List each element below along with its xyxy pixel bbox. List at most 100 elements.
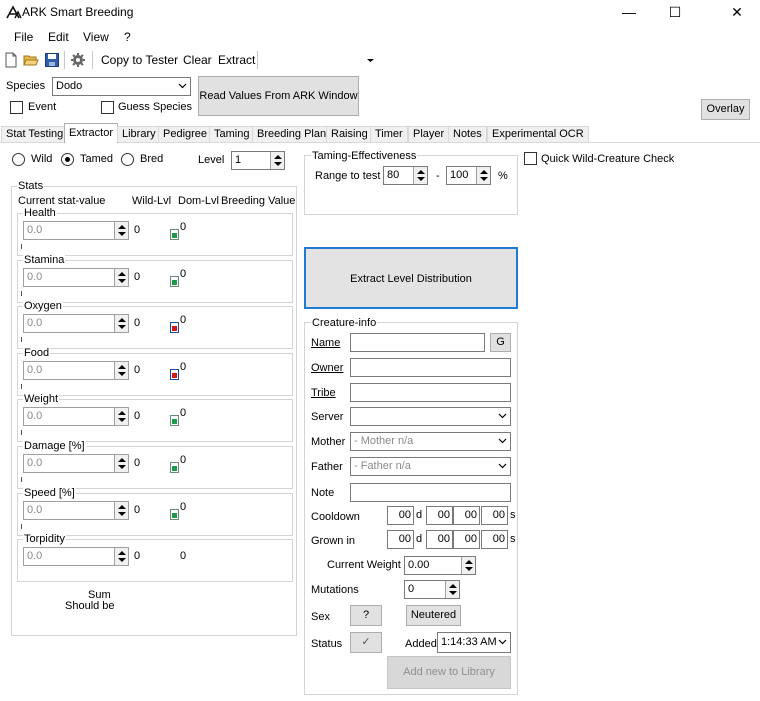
- spin-buttons[interactable]: [114, 502, 128, 519]
- spin-buttons[interactable]: [114, 222, 128, 239]
- clear-button[interactable]: Clear: [183, 53, 212, 67]
- tamed-radio[interactable]: [61, 153, 74, 166]
- dom-level-value: 0: [180, 550, 187, 562]
- cooldown-s-input[interactable]: 00: [481, 506, 508, 525]
- tribe-label[interactable]: Tribe: [311, 387, 336, 399]
- close-button[interactable]: ✕: [714, 0, 760, 26]
- current-weight-input[interactable]: 0.00: [404, 556, 476, 575]
- sex-button[interactable]: ?: [350, 605, 382, 626]
- event-checkbox[interactable]: [10, 101, 23, 114]
- dom-level-lock-icon[interactable]: [170, 322, 179, 333]
- dom-level-lock-icon[interactable]: [170, 229, 179, 240]
- stat-value-input[interactable]: 0.0: [23, 454, 129, 473]
- name-input[interactable]: [350, 333, 485, 352]
- name-label[interactable]: Name: [311, 337, 340, 349]
- spin-buttons[interactable]: [114, 408, 128, 425]
- guess-species-checkbox[interactable]: [101, 101, 114, 114]
- father-select[interactable]: - Father n/a: [350, 457, 511, 476]
- tab-pedigree[interactable]: Pedigree: [158, 126, 213, 142]
- menu-view[interactable]: View: [83, 30, 109, 44]
- spin-buttons[interactable]: [114, 455, 128, 472]
- range-from-input[interactable]: 80: [383, 166, 428, 185]
- spin-buttons[interactable]: [114, 362, 128, 379]
- spin-buttons[interactable]: [114, 315, 128, 332]
- extract-level-distribution-button[interactable]: Extract Level Distribution: [304, 247, 518, 309]
- wild-level-value: 0: [134, 271, 141, 283]
- dom-level-lock-icon[interactable]: [170, 509, 179, 520]
- header-breeding-value: Breeding Value: [221, 195, 296, 207]
- dom-level-lock-icon[interactable]: [170, 415, 179, 426]
- spin-buttons[interactable]: [270, 152, 284, 169]
- add-new-to-library-button[interactable]: Add new to Library: [387, 656, 511, 689]
- open-folder-icon[interactable]: [23, 52, 39, 68]
- spin-buttons[interactable]: [114, 269, 128, 286]
- mother-select[interactable]: - Mother n/a: [350, 432, 511, 451]
- minimize-button[interactable]: —: [606, 0, 652, 26]
- menu-file[interactable]: File: [14, 30, 33, 44]
- spin-buttons[interactable]: [445, 581, 459, 598]
- grown-in-h-input[interactable]: 00: [426, 530, 453, 549]
- dom-level-lock-icon[interactable]: [170, 462, 179, 473]
- tab-notes[interactable]: Notes: [448, 126, 487, 142]
- tribe-input[interactable]: [350, 383, 511, 402]
- stat-value-input[interactable]: 0.0: [23, 501, 129, 520]
- spin-buttons[interactable]: [461, 557, 475, 574]
- tab-timer[interactable]: Timer: [370, 126, 408, 142]
- stat-value-input[interactable]: 0.0: [23, 361, 129, 380]
- grown-in-m-input[interactable]: 00: [453, 530, 480, 549]
- spin-buttons[interactable]: [114, 548, 128, 565]
- tab-stat-testing[interactable]: Stat Testing: [1, 126, 69, 142]
- wild-radio[interactable]: [12, 153, 25, 166]
- cooldown-label: Cooldown: [311, 511, 360, 523]
- server-select[interactable]: [350, 407, 511, 426]
- quick-wild-check-checkbox[interactable]: [524, 152, 537, 165]
- range-to-input[interactable]: 100: [446, 166, 491, 185]
- bred-radio[interactable]: [121, 153, 134, 166]
- grown-in-d-input[interactable]: 00: [387, 530, 414, 549]
- tab-player[interactable]: Player: [408, 126, 450, 142]
- stat-value-input[interactable]: 0.0: [23, 221, 129, 240]
- note-input[interactable]: [350, 483, 511, 502]
- owner-input[interactable]: [350, 358, 511, 377]
- dom-level-lock-icon[interactable]: [170, 276, 179, 287]
- overlay-button[interactable]: Overlay: [701, 99, 750, 120]
- wild-label: Wild: [31, 153, 53, 165]
- status-button[interactable]: ✓: [350, 632, 382, 653]
- stat-name: Weight: [23, 393, 60, 405]
- tab-extractor[interactable]: Extractor: [64, 123, 119, 143]
- tab-taming[interactable]: Taming: [209, 126, 255, 142]
- stat-value-input[interactable]: 0.0: [23, 407, 129, 426]
- new-file-icon[interactable]: [3, 52, 19, 68]
- tab-breeding-plan[interactable]: Breeding Plan: [252, 126, 332, 142]
- tab-experimental-ocr[interactable]: Experimental OCR: [487, 126, 589, 142]
- stat-value-input[interactable]: 0.0: [23, 268, 129, 287]
- cooldown-h-input[interactable]: 00: [426, 506, 453, 525]
- read-values-button[interactable]: Read Values From ARK Window: [198, 76, 359, 116]
- grown-in-label: Grown in: [311, 535, 356, 547]
- menu-edit[interactable]: Edit: [48, 30, 69, 44]
- added-datetime-picker[interactable]: 1:14:33 AM: [437, 632, 511, 653]
- tab-raising[interactable]: Raising: [326, 126, 373, 142]
- settings-gear-icon[interactable]: [70, 52, 86, 68]
- grown-in-s-input[interactable]: 00: [481, 530, 508, 549]
- menu-help[interactable]: ?: [124, 30, 131, 44]
- species-select[interactable]: Dodo: [52, 77, 191, 96]
- cooldown-d-input[interactable]: 00: [387, 506, 414, 525]
- save-icon[interactable]: [44, 52, 60, 68]
- maximize-button[interactable]: ☐: [652, 0, 698, 26]
- level-input[interactable]: 1: [231, 151, 285, 170]
- neutered-button[interactable]: Neutered: [406, 605, 461, 626]
- toolbar-dropdown[interactable]: [261, 51, 379, 70]
- copy-to-tester-button[interactable]: Copy to Tester: [101, 53, 178, 67]
- dom-level-lock-icon[interactable]: [170, 369, 179, 380]
- mutations-input[interactable]: 0: [404, 580, 460, 599]
- extract-button[interactable]: Extract: [218, 53, 255, 67]
- stat-value-input[interactable]: 0.0: [23, 314, 129, 333]
- generate-name-button[interactable]: G: [490, 333, 511, 352]
- spin-buttons[interactable]: [413, 167, 427, 184]
- tab-library[interactable]: Library: [117, 126, 161, 142]
- owner-label[interactable]: Owner: [311, 362, 343, 374]
- cooldown-m-input[interactable]: 00: [453, 506, 480, 525]
- spin-buttons[interactable]: [476, 167, 490, 184]
- stat-value-input[interactable]: 0.0: [23, 547, 129, 566]
